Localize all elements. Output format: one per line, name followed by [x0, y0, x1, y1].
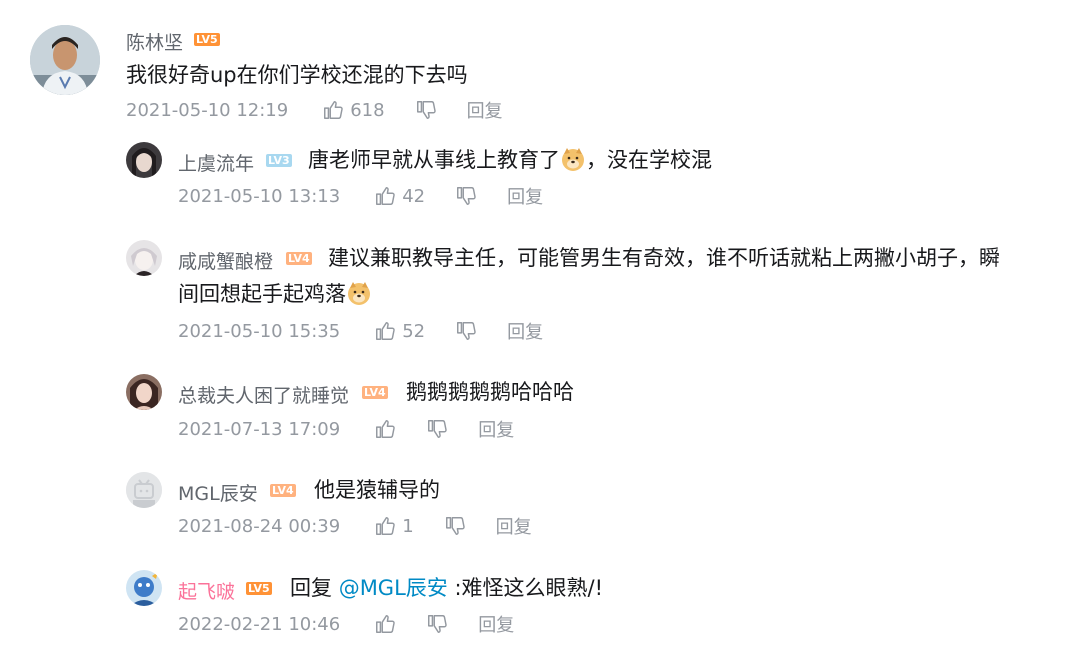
thumbs-down-icon [455, 320, 477, 342]
reply-button[interactable]: 回复 [478, 611, 514, 637]
reply-button[interactable]: 回复 [478, 416, 514, 442]
comment-text: 回复 @MGL辰安 :难怪这么眼熟/! [290, 572, 603, 604]
comment-text-part: ，没在学校混 [586, 148, 712, 172]
username[interactable]: 总裁夫人困了就睡觉 [178, 381, 349, 408]
reply-item: 咸咸蟹酿橙 LV4 建议兼职教导主任，可能管男生有奇效，谁不听话就粘上两撇小胡子… [0, 228, 1080, 348]
avatar-image [126, 374, 162, 410]
level-badge: LV4 [362, 386, 388, 399]
avatar-image [126, 142, 162, 178]
avatar-image [30, 25, 100, 95]
comment-text: 他是猿辅导的 [314, 478, 440, 502]
username[interactable]: 陈林坚 [126, 28, 183, 55]
username[interactable]: 上虞流年 [178, 149, 254, 176]
like-button[interactable]: 52 [374, 320, 425, 342]
dislike-button[interactable] [444, 515, 466, 537]
avatar[interactable] [30, 25, 100, 95]
avatar-image [126, 240, 162, 276]
avatar[interactable] [126, 240, 162, 276]
level-badge: LV5 [194, 33, 220, 46]
like-button[interactable] [374, 613, 396, 635]
thumbs-up-icon [322, 99, 344, 121]
comment-time: 2021-07-13 17:09 [178, 418, 341, 440]
comment-text: 唐老师早就从事线上教育了 ，没在学校混 [308, 144, 712, 176]
comment-meta: 2021-08-24 00:39 1 回复 [178, 513, 562, 539]
comment-meta: 2021-07-13 17:09 回复 [178, 416, 544, 442]
reply-button[interactable]: 回复 [467, 97, 503, 123]
level-badge: LV5 [246, 582, 272, 595]
username[interactable]: 咸咸蟹酿橙 [178, 247, 273, 274]
thumbs-down-icon [426, 613, 448, 635]
comment-text-part: :难怪这么眼熟/! [447, 576, 604, 600]
level-badge: LV4 [286, 252, 312, 265]
comment-meta: 2021-05-10 13:13 42 回复 [178, 183, 573, 209]
comment-meta: 2022-02-21 10:46 回复 [178, 611, 544, 637]
thumbs-down-icon [415, 99, 437, 121]
level-badge: LV3 [266, 154, 292, 167]
comment-text: 间回想起手起鸡落 [178, 278, 372, 310]
thumbs-up-icon [374, 185, 396, 207]
like-count: 1 [402, 515, 414, 537]
avatar-image [126, 570, 162, 606]
dislike-button[interactable] [426, 613, 448, 635]
thumbs-up-icon [374, 418, 396, 440]
reply-item: 起飞啵 LV5 回复 @MGL辰安 :难怪这么眼熟/! 2022-02-21 1… [0, 562, 1080, 662]
like-count: 52 [402, 320, 426, 342]
dislike-button[interactable] [455, 185, 477, 207]
like-button[interactable]: 42 [374, 185, 425, 207]
reply-button[interactable]: 回复 [507, 318, 543, 344]
thumbs-up-icon [374, 320, 396, 342]
username[interactable]: 起飞啵 [178, 577, 235, 604]
reply-item: 上虞流年 LV3 唐老师早就从事线上教育了 ，没在学校混 2021-05-10 1… [0, 135, 1080, 215]
reply-prefix: 回复 [290, 576, 332, 600]
like-count: 42 [402, 185, 426, 207]
comment-time: 2021-05-10 13:13 [178, 185, 341, 207]
level-badge: LV4 [270, 484, 296, 497]
mention-link[interactable]: @MGL辰安 [339, 576, 448, 600]
comment-text: 我很好奇up在你们学校还混的下去吗 [126, 63, 468, 87]
thumbs-down-icon [426, 418, 448, 440]
thumbs-up-icon [374, 515, 396, 537]
avatar[interactable] [126, 472, 162, 508]
avatar[interactable] [126, 142, 162, 178]
dislike-button[interactable] [426, 418, 448, 440]
comment-time: 2022-02-21 10:46 [178, 613, 341, 635]
comment-time: 2021-05-10 12:19 [126, 99, 289, 121]
doge-emoji [346, 280, 372, 306]
like-button[interactable] [374, 418, 396, 440]
comment-text: 鹅鹅鹅鹅鹅哈哈哈 [406, 380, 574, 404]
main-comment: 陈林坚 LV5 我很好奇up在你们学校还混的下去吗 2021-05-10 12:… [0, 0, 1080, 130]
comment-text-line: 间回想起手起鸡落 [178, 282, 346, 306]
dislike-button[interactable] [415, 99, 437, 121]
doge-emoji [560, 146, 586, 172]
comment-meta: 2021-05-10 15:35 52 回复 [178, 318, 573, 344]
thumbs-down-icon [455, 185, 477, 207]
comment-meta: 2021-05-10 12:19 618 回复 [126, 97, 533, 123]
reply-button[interactable]: 回复 [496, 513, 532, 539]
avatar[interactable] [126, 570, 162, 606]
reply-item: 总裁夫人困了就睡觉 LV4 鹅鹅鹅鹅鹅哈哈哈 2021-07-13 17:09 … [0, 368, 1080, 448]
reply-item: MGL辰安 LV4 他是猿辅导的 2021-08-24 00:39 1 回复 [0, 466, 1080, 546]
thumbs-down-icon [444, 515, 466, 537]
like-button[interactable]: 1 [374, 515, 414, 537]
comment-text-line: 建议兼职教导主任，可能管男生有奇效，谁不听话就粘上两撇小胡子，瞬 [328, 246, 1000, 270]
avatar[interactable] [126, 374, 162, 410]
thumbs-up-icon [374, 613, 396, 635]
comment-time: 2021-05-10 15:35 [178, 320, 341, 342]
username[interactable]: MGL辰安 [178, 479, 258, 506]
like-button[interactable]: 618 [322, 99, 385, 121]
comment-text-part: 唐老师早就从事线上教育了 [308, 148, 560, 172]
default-avatar-icon [126, 472, 162, 508]
comment-time: 2021-08-24 00:39 [178, 515, 341, 537]
like-count: 618 [350, 99, 385, 121]
dislike-button[interactable] [455, 320, 477, 342]
reply-button[interactable]: 回复 [507, 183, 543, 209]
